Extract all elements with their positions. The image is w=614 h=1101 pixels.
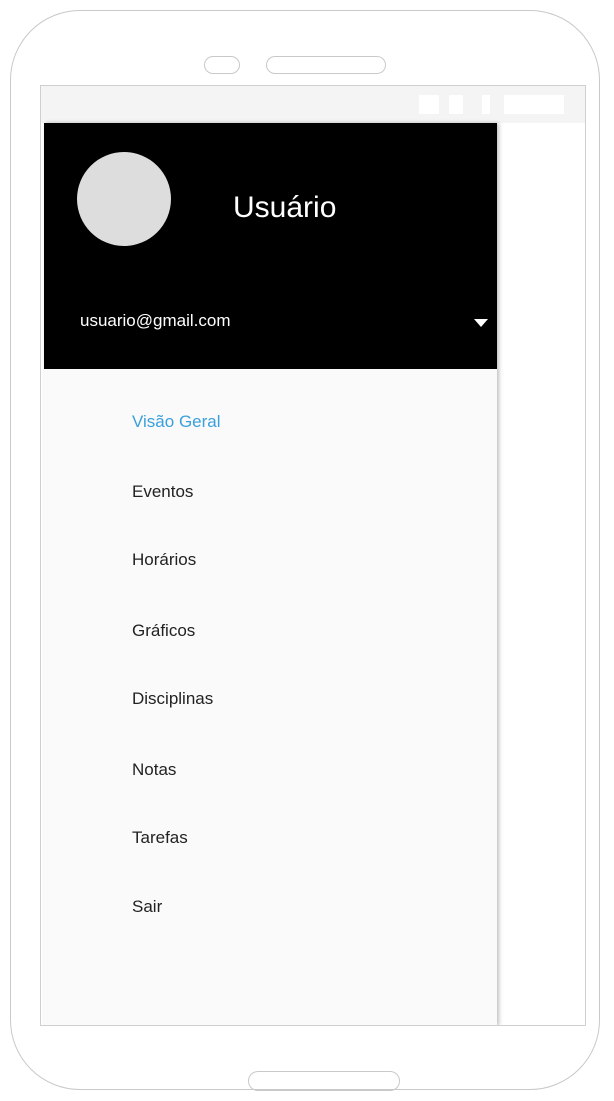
camera-icon	[204, 56, 240, 74]
status-clock	[504, 95, 564, 114]
menu-item-graficos[interactable]: Gráficos	[132, 621, 195, 641]
status-signal-icon	[419, 95, 439, 114]
menu-item-disciplinas[interactable]: Disciplinas	[132, 689, 213, 709]
user-email[interactable]: usuario@gmail.com	[80, 311, 230, 331]
navigation-drawer: Usuário usuario@gmail.com Visão Geral Ev…	[44, 123, 497, 1025]
menu-item-eventos[interactable]: Eventos	[132, 482, 193, 502]
home-button[interactable]	[248, 1071, 400, 1091]
status-battery-icon	[482, 95, 490, 114]
drawer-header: Usuário usuario@gmail.com	[44, 123, 497, 369]
status-bar	[41, 86, 585, 123]
menu-item-visao-geral[interactable]: Visão Geral	[132, 412, 221, 432]
menu-item-tarefas[interactable]: Tarefas	[132, 828, 188, 848]
status-wifi-icon	[449, 95, 463, 114]
menu-item-horarios[interactable]: Horários	[132, 550, 196, 570]
avatar[interactable]	[77, 152, 171, 246]
menu-item-notas[interactable]: Notas	[132, 760, 176, 780]
phone-screen: Usuário usuario@gmail.com Visão Geral Ev…	[40, 85, 586, 1026]
speaker-grille	[266, 56, 386, 74]
menu-item-sair[interactable]: Sair	[132, 897, 162, 917]
caret-down-icon[interactable]	[474, 319, 488, 327]
user-name: Usuário	[233, 191, 337, 224]
